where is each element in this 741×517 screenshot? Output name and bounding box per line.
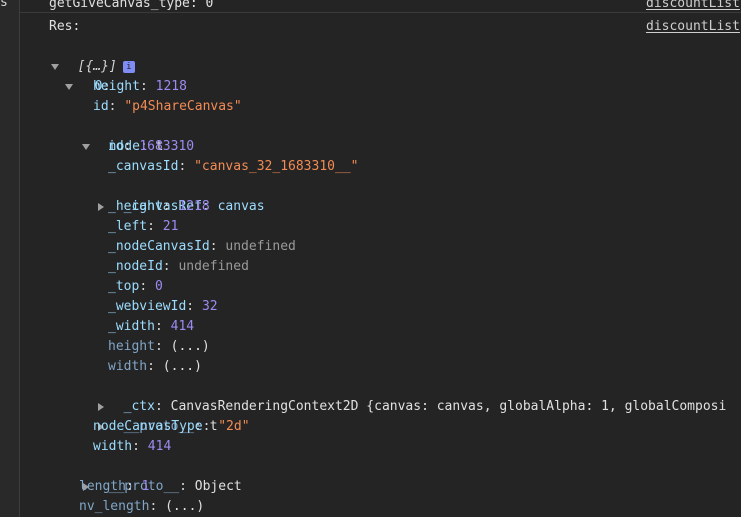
expand-arrow-icon[interactable]	[98, 203, 104, 211]
tree-row-node-canvas-id: _nodeCanvasId: undefined	[108, 239, 296, 254]
tree-row-nv-length[interactable]: nv_length: (...)	[79, 497, 204, 517]
source-link[interactable]: discountList	[646, 17, 740, 37]
tree-row-getter-height[interactable]: height: (...)	[108, 337, 210, 357]
tree-root-row[interactable]: [{…}] i	[50, 37, 135, 74]
left-gutter: s	[0, 0, 20, 517]
tree-row-node-height: _height: 1218	[108, 199, 210, 214]
tree-row-canvas-id: _canvasId: "canvas_32_1683310__"	[108, 159, 359, 174]
tree-row-ctx[interactable]: _ctx: CanvasRenderingContext2D {canvas: …	[96, 377, 726, 414]
tree-row-webview-id: _webviewId: 32	[108, 299, 218, 314]
info-icon[interactable]: i	[122, 61, 135, 73]
tree-row-item-0[interactable]: 0:	[64, 57, 110, 94]
tree-row-left: _left: 21	[108, 219, 179, 234]
tree-row-top: _top: 0	[108, 279, 163, 294]
tree-row-node[interactable]: node: t	[80, 117, 163, 154]
tree-row-canvas-ref[interactable]: _canvasRef: canvas	[96, 177, 265, 214]
tree-row-getter-width[interactable]: width: (...)	[108, 357, 202, 377]
invoke-getter[interactable]: (...)	[171, 339, 210, 354]
invoke-getter[interactable]: (...)	[163, 359, 202, 374]
tree-row-width: width: 414	[93, 439, 172, 454]
expand-arrow-icon[interactable]	[65, 84, 73, 90]
tree-row-node-width: _width: 414	[108, 319, 195, 334]
expand-arrow-icon[interactable]	[82, 144, 90, 150]
prev-log-text: getGiveCanvas_type: 0	[49, 0, 214, 11]
tree-row-node-id: id: 1683310	[108, 139, 195, 154]
source-link[interactable]: discountList	[646, 0, 740, 12]
tree-row-item-proto[interactable]: __proto__: Object	[80, 457, 242, 494]
expand-arrow-icon[interactable]	[51, 64, 59, 70]
invoke-getter[interactable]: (...)	[165, 499, 204, 514]
prev-log-row: getGiveCanvas_type: 0 discountList	[20, 0, 741, 13]
tree-row-height: height: 1218	[93, 79, 187, 94]
tree-row-id: id: "p4ShareCanvas"	[93, 99, 242, 114]
res-label: Res:	[49, 19, 81, 34]
gutter-char: s	[0, 0, 8, 10]
tree-row-length: length: 1	[79, 479, 150, 494]
tree-row-node-proto[interactable]: __proto__: t	[96, 397, 218, 434]
tree-row-node-canvas-type: nodeCanvasType: "2d"	[93, 419, 250, 434]
tree-row-node-id-internal: _nodeId: undefined	[108, 259, 249, 274]
